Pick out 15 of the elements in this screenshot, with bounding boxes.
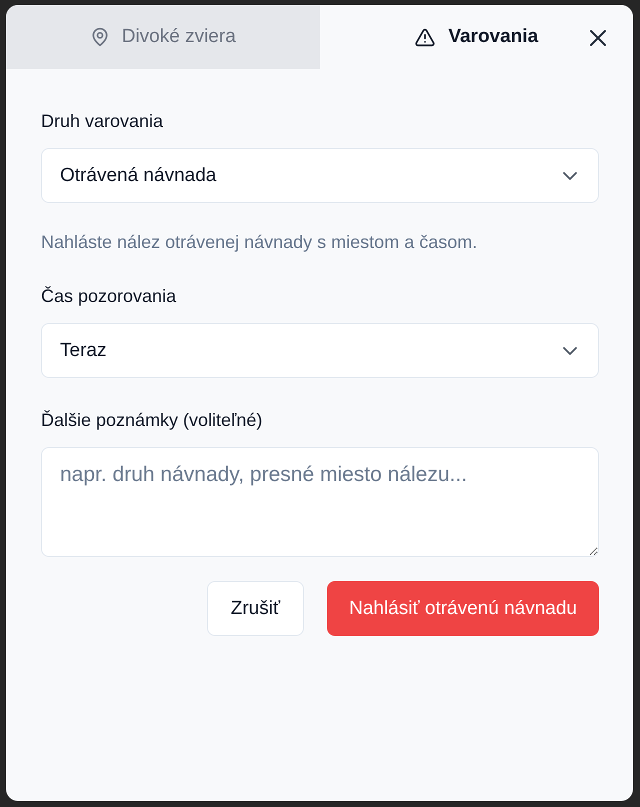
submit-button[interactable]: Nahlásiť otrávenú návnadu [327,581,599,636]
field-label: Ďalšie poznámky (voliteľné) [41,409,264,432]
hint-text: Nahláste nález otrávenej návnady s miestom a časom. [41,231,478,254]
dropdown-select[interactable]: Otrávená návnada [41,148,599,203]
field-label: Čas pozorovania [41,285,178,308]
warning-icon [414,26,436,48]
chevron-down-icon [562,346,578,356]
close-icon[interactable] [587,27,609,49]
location-pin-icon [90,26,110,48]
cancel-button[interactable]: Zrušiť [206,581,304,636]
chevron-down-icon [562,170,578,180]
tab[interactable]: Divoké zviera [6,5,320,69]
notes-input-field[interactable]: napr. druh návnady, presné miesto nálezu... [41,447,599,557]
dropdown-select[interactable]: Teraz [41,323,599,378]
field-label: Druh varovania [41,110,164,133]
